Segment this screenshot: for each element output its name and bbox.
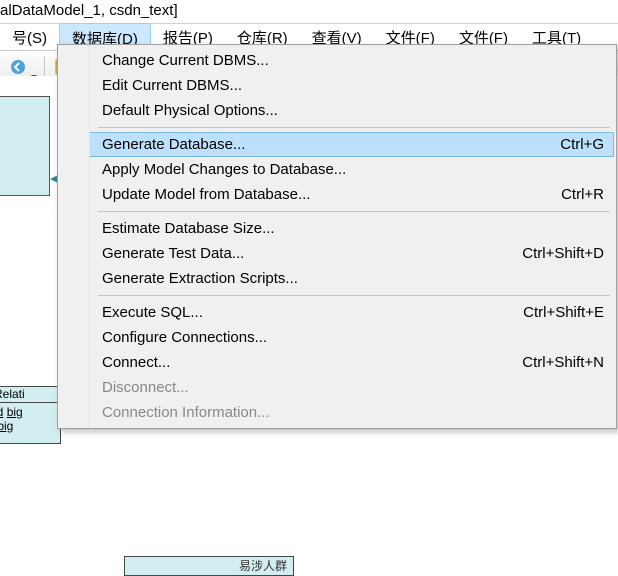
dropdown-item-label: Apply Model Changes to Database... bbox=[102, 161, 604, 178]
diagram-small-box[interactable]: 易涉人群 bbox=[124, 556, 294, 576]
dropdown-separator bbox=[98, 211, 610, 212]
dropdown-item[interactable]: Execute SQL...Ctrl+Shift+E bbox=[60, 300, 614, 325]
dropdown-separator bbox=[98, 295, 610, 296]
dropdown-item[interactable]: Edit Current DBMS... bbox=[60, 73, 614, 98]
entity-header: Relati bbox=[0, 387, 58, 403]
dropdown-item-label: Generate Test Data... bbox=[102, 245, 502, 262]
entity-col-right: big bbox=[0, 419, 13, 433]
entity-row: big bbox=[0, 419, 58, 433]
dropdown-item-shortcut: Ctrl+G bbox=[540, 136, 604, 153]
entity-col-right: big bbox=[7, 405, 23, 419]
dropdown-item: Disconnect... bbox=[60, 375, 614, 400]
dropdown-item-label: Generate Extraction Scripts... bbox=[102, 270, 604, 287]
dropdown-item[interactable]: Generate Database...Ctrl+G bbox=[60, 132, 614, 157]
entity-row: id big bbox=[0, 405, 58, 419]
dropdown-item[interactable]: Default Physical Options... bbox=[60, 98, 614, 123]
dropdown-item-label: Update Model from Database... bbox=[102, 186, 541, 203]
dropdown-item[interactable]: Connect...Ctrl+Shift+N bbox=[60, 350, 614, 375]
dropdown-item-label: Connection Information... bbox=[102, 404, 604, 421]
diagram-entity-fragment[interactable] bbox=[0, 96, 50, 196]
dropdown-item-label: Connect... bbox=[102, 354, 502, 371]
dropdown-item-label: Default Physical Options... bbox=[102, 102, 604, 119]
menubar-item[interactable]: 号(S) bbox=[0, 24, 59, 50]
dropdown-item-shortcut: Ctrl+Shift+E bbox=[503, 304, 604, 321]
dropdown-item-label: Disconnect... bbox=[102, 379, 604, 396]
dropdown-item[interactable]: Apply Model Changes to Database... bbox=[60, 157, 614, 182]
dropdown-item[interactable]: Estimate Database Size... bbox=[60, 216, 614, 241]
dropdown-item: Connection Information... bbox=[60, 400, 614, 425]
entity-col-left: id bbox=[0, 405, 3, 419]
dropdown-item-shortcut: Ctrl+Shift+N bbox=[502, 354, 604, 371]
dropdown-item[interactable]: Change Current DBMS... bbox=[60, 48, 614, 73]
entity-relati-box[interactable]: Relati id big big bbox=[0, 386, 61, 444]
toolbar-separator bbox=[44, 56, 45, 78]
dropdown-item-label: Configure Connections... bbox=[102, 329, 604, 346]
dropdown-item-label: Change Current DBMS... bbox=[102, 52, 604, 69]
dropdown-item-label: Estimate Database Size... bbox=[102, 220, 604, 237]
dropdown-item[interactable]: Generate Extraction Scripts... bbox=[60, 266, 614, 291]
dropdown-item-label: Edit Current DBMS... bbox=[102, 77, 604, 94]
dropdown-item[interactable]: Update Model from Database...Ctrl+R bbox=[60, 182, 614, 207]
dropdown-item-shortcut: Ctrl+R bbox=[541, 186, 604, 203]
dropdown-item-label: Execute SQL... bbox=[102, 304, 503, 321]
small-box-text: 易涉人群 bbox=[239, 559, 287, 573]
dropdown-item-shortcut: Ctrl+Shift+D bbox=[502, 245, 604, 262]
dropdown-item[interactable]: Generate Test Data...Ctrl+Shift+D bbox=[60, 241, 614, 266]
dropdown-gutter bbox=[58, 45, 90, 428]
dropdown-separator bbox=[98, 127, 610, 128]
dropdown-item[interactable]: Configure Connections... bbox=[60, 325, 614, 350]
window-title-fragment: alDataModel_1, csdn_text] bbox=[0, 0, 618, 23]
dropdown-item-label: Generate Database... bbox=[102, 136, 540, 153]
database-dropdown-menu: Change Current DBMS... Edit Current DBMS.… bbox=[57, 44, 617, 429]
back-icon bbox=[10, 59, 26, 75]
